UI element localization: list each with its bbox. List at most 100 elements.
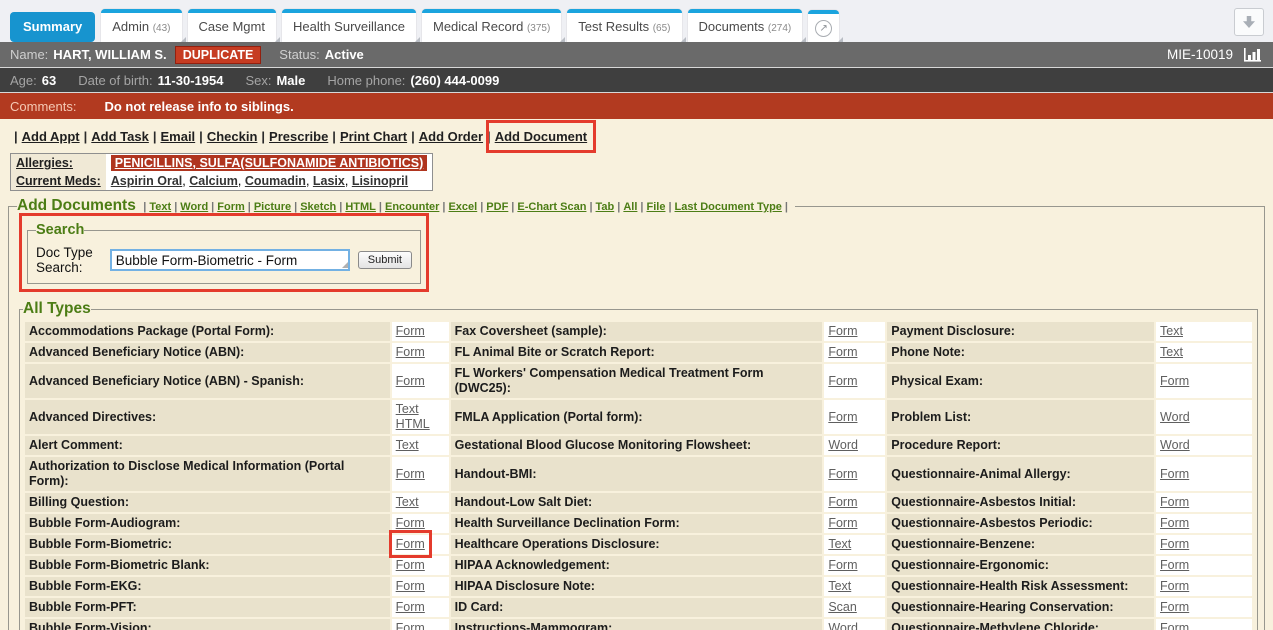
tab-admin[interactable]: Admin (43) — [101, 9, 181, 42]
table-row: Advanced Directives:TextHTMLFMLA Applica… — [25, 400, 1252, 434]
format-link-word[interactable]: Word — [180, 201, 208, 213]
doc-link-text[interactable]: Text — [1160, 324, 1183, 338]
doc-type-label: Authorization to Disclose Medical Inform… — [25, 457, 390, 491]
table-row: Advanced Beneficiary Notice (ABN):FormFL… — [25, 343, 1252, 362]
doc-link-form[interactable]: Form — [396, 467, 425, 481]
doc-type-link-cell: Text — [824, 577, 885, 596]
doc-link-form[interactable]: Form — [396, 537, 425, 551]
format-link-file[interactable]: File — [647, 201, 666, 213]
doc-link-html[interactable]: HTML — [396, 417, 430, 431]
doc-link-scan[interactable]: Scan — [828, 600, 857, 614]
tab-bar: SummaryAdmin (43)Case MgmtHealth Surveil… — [0, 0, 1273, 42]
format-link-form[interactable]: Form — [217, 201, 245, 213]
format-link-sketch[interactable]: Sketch — [300, 201, 336, 213]
action-link-prescribe[interactable]: Prescribe — [269, 129, 328, 144]
doc-link-word[interactable]: Word — [828, 621, 858, 630]
doc-link-text[interactable]: Text — [396, 402, 419, 416]
action-link-add-appt[interactable]: Add Appt — [22, 129, 80, 144]
bar-chart-icon[interactable] — [1243, 47, 1263, 62]
format-link-pdf[interactable]: PDF — [486, 201, 508, 213]
action-link-print-chart[interactable]: Print Chart — [340, 129, 407, 144]
current-meds-link[interactable]: Current Meds: — [16, 174, 101, 188]
allergies-link[interactable]: Allergies: — [16, 156, 73, 170]
main-content: |Add Appt|Add Task|Email|Checkin|Prescri… — [0, 119, 1273, 630]
action-link-email[interactable]: Email — [160, 129, 195, 144]
doc-link-form[interactable]: Form — [828, 558, 857, 572]
doc-link-form[interactable]: Form — [396, 516, 425, 530]
doc-type-label: FL Workers' Compensation Medical Treatme… — [451, 364, 823, 398]
format-link-last-document-type[interactable]: Last Document Type — [675, 201, 782, 213]
doc-link-form[interactable]: Form — [396, 600, 425, 614]
format-link-excel[interactable]: Excel — [448, 201, 477, 213]
med-link-aspirin-oral[interactable]: Aspirin Oral — [111, 174, 183, 188]
tab-case-mgmt[interactable]: Case Mgmt — [188, 9, 276, 42]
comments-bar: Comments: Do not release info to sibling… — [0, 93, 1273, 119]
doc-type-link-cell: Text — [824, 535, 885, 554]
doc-link-form[interactable]: Form — [828, 324, 857, 338]
format-link-text[interactable]: Text — [149, 201, 171, 213]
med-link-calcium[interactable]: Calcium — [189, 174, 238, 188]
table-row: Bubble Form-Vision:FormInstructions-Mamm… — [25, 619, 1252, 630]
doc-link-text[interactable]: Text — [828, 579, 851, 593]
format-link-picture[interactable]: Picture — [254, 201, 291, 213]
doc-link-word[interactable]: Word — [1160, 410, 1190, 424]
doc-link-text[interactable]: Text — [1160, 345, 1183, 359]
doc-link-form[interactable]: Form — [828, 495, 857, 509]
doc-link-text[interactable]: Text — [396, 438, 419, 452]
doc-link-form[interactable]: Form — [1160, 516, 1189, 530]
doc-link-form[interactable]: Form — [828, 345, 857, 359]
table-row: Bubble Form-Biometric:FormHealthcare Ope… — [25, 535, 1252, 554]
doc-link-form[interactable]: Form — [1160, 537, 1189, 551]
med-link-coumadin[interactable]: Coumadin — [245, 174, 306, 188]
doc-link-form[interactable]: Form — [828, 410, 857, 424]
allergy-value-link[interactable]: PENICILLINS, SULFA(SULFONAMIDE ANTIBIOTI… — [115, 156, 424, 170]
doc-link-form[interactable]: Form — [1160, 558, 1189, 572]
doc-link-form[interactable]: Form — [828, 467, 857, 481]
doc-link-form[interactable]: Form — [828, 516, 857, 530]
doc-link-form[interactable]: Form — [1160, 600, 1189, 614]
doc-link-word[interactable]: Word — [828, 438, 858, 452]
documents-popout-button[interactable]: ↗ — [808, 10, 839, 42]
doc-link-form[interactable]: Form — [1160, 467, 1189, 481]
doc-link-form[interactable]: Form — [396, 324, 425, 338]
action-link-add-task[interactable]: Add Task — [91, 129, 149, 144]
doc-link-form[interactable]: Form — [1160, 621, 1189, 630]
doc-link-form[interactable]: Form — [1160, 579, 1189, 593]
action-link-add-order[interactable]: Add Order — [419, 129, 483, 144]
allergy-meds-box: Allergies: PENICILLINS, SULFA(SULFONAMID… — [10, 153, 433, 191]
doc-link-form[interactable]: Form — [396, 558, 425, 572]
action-link-add-document[interactable]: Add Document — [495, 129, 587, 144]
tab-test-results[interactable]: Test Results (65) — [567, 9, 681, 42]
doc-link-form[interactable]: Form — [396, 374, 425, 388]
tab-health-surveillance[interactable]: Health Surveillance — [282, 9, 416, 42]
format-link-all[interactable]: All — [623, 201, 637, 213]
doc-type-link-cell: Form — [824, 364, 885, 398]
doc-type-link-cell: Form — [1156, 493, 1252, 512]
demo-label: Age: — [10, 73, 37, 88]
doc-link-form[interactable]: Form — [1160, 374, 1189, 388]
format-link-tab[interactable]: Tab — [596, 201, 615, 213]
doc-link-text[interactable]: Text — [828, 537, 851, 551]
collapse-panel-button[interactable] — [1234, 8, 1264, 36]
doc-type-label: Health Surveillance Declination Form: — [451, 514, 823, 533]
doc-link-text[interactable]: Text — [396, 495, 419, 509]
action-link-checkin[interactable]: Checkin — [207, 129, 258, 144]
doc-link-form[interactable]: Form — [396, 621, 425, 630]
doc-link-form[interactable]: Form — [828, 374, 857, 388]
doc-link-form[interactable]: Form — [1160, 495, 1189, 509]
doc-link-form[interactable]: Form — [396, 579, 425, 593]
tab-documents[interactable]: Documents (274) — [688, 9, 803, 42]
action-links-row: |Add Appt|Add Task|Email|Checkin|Prescri… — [0, 119, 1273, 144]
doc-link-word[interactable]: Word — [1160, 438, 1190, 452]
patient-name-bar: Name: HART, WILLIAM S. DUPLICATE Status:… — [0, 42, 1273, 67]
format-link-e-chart-scan[interactable]: E-Chart Scan — [517, 201, 586, 213]
tab-summary[interactable]: Summary — [10, 12, 95, 42]
tab-medical-record[interactable]: Medical Record (375) — [422, 9, 561, 42]
doc-type-search-input[interactable] — [110, 249, 350, 271]
doc-link-form[interactable]: Form — [396, 345, 425, 359]
med-link-lisinopril[interactable]: Lisinopril — [352, 174, 408, 188]
submit-button[interactable]: Submit — [358, 251, 412, 269]
format-link-html[interactable]: HTML — [345, 201, 376, 213]
med-link-lasix[interactable]: Lasix — [313, 174, 345, 188]
format-link-encounter[interactable]: Encounter — [385, 201, 439, 213]
